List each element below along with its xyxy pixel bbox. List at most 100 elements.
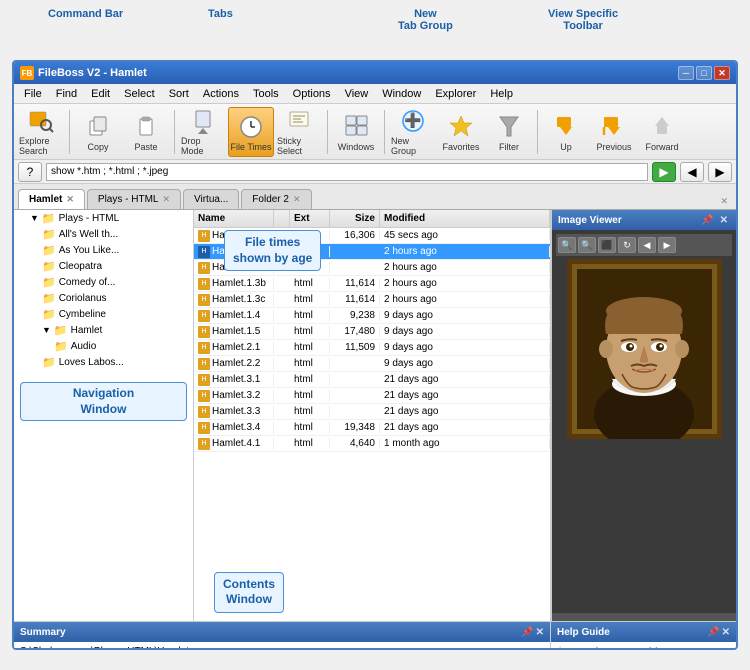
- summary-close[interactable]: ✕: [536, 627, 544, 638]
- nav-item-hamlet[interactable]: ▼ 📁 Hamlet: [14, 322, 193, 338]
- file-row-hamlet15[interactable]: HHamlet.1.5 html 17,480 9 days ago: [194, 324, 550, 340]
- file-row-hamlet33[interactable]: HHamlet.3.3 html 21 days ago: [194, 404, 550, 420]
- file-panel[interactable]: File timesshown by age Name Ext Size Mod…: [194, 210, 551, 621]
- help-btn[interactable]: ?: [18, 162, 42, 182]
- image-viewer-controls: 📌 ✕: [699, 215, 730, 226]
- new-group-button[interactable]: ➕ New Group: [390, 107, 436, 157]
- file-row-hamlet41[interactable]: HHamlet.4.1 html 4,640 1 month ago: [194, 436, 550, 452]
- file-size-hamlet34: 19,348: [330, 422, 380, 433]
- file-row-hamlet34[interactable]: HHamlet.3.4 html 19,348 21 days ago: [194, 420, 550, 436]
- command-bar-label: Command Bar: [48, 8, 123, 20]
- file-row-hamlet32[interactable]: HHamlet.3.2 html 21 days ago: [194, 388, 550, 404]
- nav-back-btn[interactable]: ◀: [680, 162, 704, 182]
- tab-plays-close[interactable]: ✕: [162, 194, 170, 205]
- file-row-hamlet13b[interactable]: HHamlet.1.3b html 11,614 2 hours ago: [194, 276, 550, 292]
- file-name-hamlet11: HHamlet.1.1: [194, 230, 274, 242]
- file-mod-hamlet11: 45 secs ago: [380, 230, 550, 241]
- file-ext-hamlet14: html: [290, 310, 330, 321]
- sticky-select-button[interactable]: Sticky Select: [276, 107, 322, 157]
- image-viewer-pin[interactable]: 📌: [699, 215, 715, 226]
- nav-item-alls-well[interactable]: 📁 All's Well th...: [14, 226, 193, 242]
- file-icon-hamlet34: H: [198, 422, 210, 434]
- sticky-select-icon: [285, 108, 313, 134]
- file-times-button[interactable]: File Times: [228, 107, 274, 157]
- menu-find[interactable]: Find: [50, 87, 83, 101]
- img-rotate[interactable]: ↻: [618, 237, 636, 253]
- maximize-button[interactable]: □: [696, 66, 712, 80]
- tab-virtua[interactable]: Virtua...: [183, 189, 239, 209]
- file-name-hamlet13b: HHamlet.1.3b: [194, 278, 274, 290]
- filter-button[interactable]: Filter: [486, 107, 532, 157]
- paste-button[interactable]: Paste: [123, 107, 169, 157]
- menu-explorer[interactable]: Explorer: [429, 87, 482, 101]
- tab-folder2[interactable]: Folder 2 ✕: [241, 189, 311, 209]
- file-row-hamlet12[interactable]: HHamlet.1.2 → html 2 hours ago: [194, 244, 550, 260]
- copy-button[interactable]: Copy: [75, 107, 121, 157]
- file-row-hamlet31[interactable]: HHamlet.3.1 html 21 days ago: [194, 372, 550, 388]
- menu-help[interactable]: Help: [484, 87, 519, 101]
- nav-item-coriolanus[interactable]: 📁 Coriolanus: [14, 290, 193, 306]
- file-row-hamlet11[interactable]: HHamlet.1.1 html 16,306 45 secs ago: [194, 228, 550, 244]
- favorites-button[interactable]: Favorites: [438, 107, 484, 157]
- image-viewer-close[interactable]: ✕: [718, 215, 730, 226]
- tab-folder2-close[interactable]: ✕: [293, 194, 301, 205]
- file-size-hamlet14: 9,238: [330, 310, 380, 321]
- img-zoom-in[interactable]: 🔍: [558, 237, 576, 253]
- menu-tools[interactable]: Tools: [247, 87, 285, 101]
- nav-item-as-you-like[interactable]: 📁 As You Like...: [14, 242, 193, 258]
- img-prev[interactable]: ◀: [638, 237, 656, 253]
- image-viewer-panel: Image Viewer 📌 ✕ 🔍 🔍 ⬛ ↻ ◀ ▶: [551, 210, 736, 621]
- address-input[interactable]: [46, 163, 648, 181]
- file-row-hamlet21[interactable]: HHamlet.2.1 html 11,509 9 days ago: [194, 340, 550, 356]
- file-row-hamlet14[interactable]: HHamlet.1.4 html 9,238 9 days ago: [194, 308, 550, 324]
- img-fit[interactable]: ⬛: [598, 237, 616, 253]
- summary-pin[interactable]: 📌: [521, 627, 533, 638]
- nav-forward-btn[interactable]: ▶: [708, 162, 732, 182]
- go-green-btn[interactable]: ▶: [652, 162, 676, 182]
- file-row-hamlet13[interactable]: HHamlet.1.3 html 2 hours ago: [194, 260, 550, 276]
- file-name-hamlet15: HHamlet.1.5: [194, 326, 274, 338]
- tab-hamlet-close[interactable]: ✕: [66, 194, 74, 205]
- new-group-label: New Group: [391, 136, 435, 156]
- tab-plays-html[interactable]: Plays - HTML ✕: [87, 189, 181, 209]
- nav-item-loves-labos[interactable]: 📁 Loves Labos...: [14, 354, 193, 370]
- file-row-hamlet22[interactable]: HHamlet.2.2 html 9 days ago: [194, 356, 550, 372]
- file-row-hamlet13c[interactable]: HHamlet.1.3c html 11,614 2 hours ago: [194, 292, 550, 308]
- tab-hamlet[interactable]: Hamlet ✕: [18, 189, 85, 209]
- menu-select[interactable]: Select: [118, 87, 161, 101]
- nav-item-plays-html[interactable]: ▼ 📁 Plays - HTML: [14, 210, 193, 226]
- navigation-panel[interactable]: ▼ 📁 Plays - HTML 📁 All's Well th... 📁 As…: [14, 210, 194, 621]
- up-button[interactable]: Up: [543, 107, 589, 157]
- toolbar-sep1: [69, 110, 70, 154]
- drop-mode-icon: [189, 108, 217, 134]
- menu-file[interactable]: File: [18, 87, 48, 101]
- menu-sort[interactable]: Sort: [163, 87, 195, 101]
- img-next[interactable]: ▶: [658, 237, 676, 253]
- close-button[interactable]: ✕: [714, 66, 730, 80]
- help-close[interactable]: ✕: [722, 627, 730, 638]
- summary-path: S:\Shakespeare\Plays - HTML\Hamlet: [20, 646, 544, 650]
- menu-actions[interactable]: Actions: [197, 87, 245, 101]
- windows-button[interactable]: Windows: [333, 107, 379, 157]
- file-mod-hamlet13b: 2 hours ago: [380, 278, 550, 289]
- help-pin[interactable]: 📌: [707, 627, 719, 638]
- file-name-hamlet34: HHamlet.3.4: [194, 422, 274, 434]
- nav-item-audio[interactable]: 📁 Audio: [14, 338, 193, 354]
- drop-mode-button[interactable]: Drop Mode: [180, 107, 226, 157]
- tab-bar-close[interactable]: ✕: [716, 194, 732, 209]
- menu-edit[interactable]: Edit: [85, 87, 116, 101]
- file-size-hamlet41: 4,640: [330, 438, 380, 449]
- nav-item-cleopatra[interactable]: 📁 Cleopatra: [14, 258, 193, 274]
- nav-item-comedy[interactable]: 📁 Comedy of...: [14, 274, 193, 290]
- file-name-hamlet32: HHamlet.3.2: [194, 390, 274, 402]
- explore-search-button[interactable]: Explore Search: [18, 107, 64, 157]
- minimize-button[interactable]: ─: [678, 66, 694, 80]
- drop-mode-label: Drop Mode: [181, 136, 225, 156]
- previous-button[interactable]: Previous: [591, 107, 637, 157]
- menu-window[interactable]: Window: [376, 87, 427, 101]
- menu-view[interactable]: View: [339, 87, 375, 101]
- menu-options[interactable]: Options: [287, 87, 337, 101]
- forward-button[interactable]: Forward: [639, 107, 685, 157]
- nav-item-cymbeline[interactable]: 📁 Cymbeline: [14, 306, 193, 322]
- img-zoom-out[interactable]: 🔍: [578, 237, 596, 253]
